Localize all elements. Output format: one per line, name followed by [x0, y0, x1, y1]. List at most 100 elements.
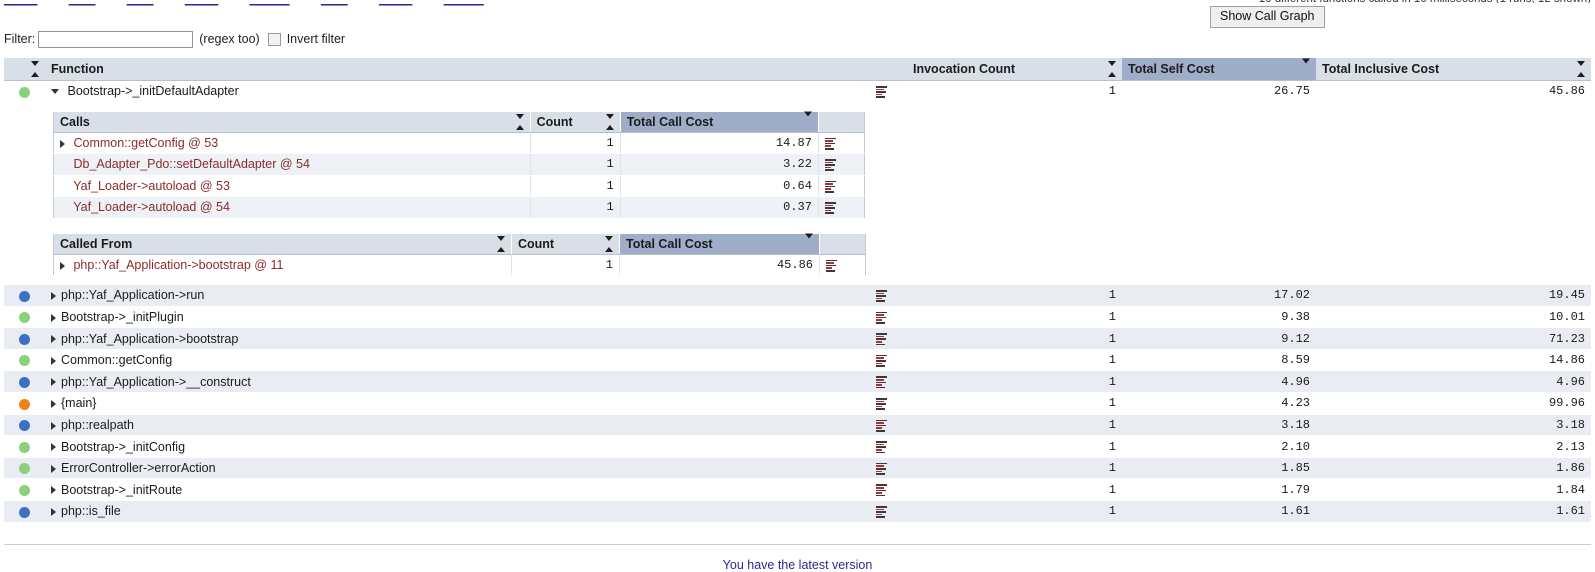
top-nav-links[interactable]: _____ ____ ____ _____ ______ ____ _____ …	[4, 0, 512, 6]
row-detail-icon-cell[interactable]	[868, 478, 907, 502]
table-row[interactable]: php::realpath 1 3.18 3.18	[4, 414, 1591, 437]
table-row[interactable]: Bootstrap->_initConfig 1 2.10 2.13	[4, 435, 1591, 458]
row-function-label[interactable]: php::Yaf_Application->__construct	[61, 375, 251, 389]
calls-row-icon-cell[interactable]	[818, 174, 865, 198]
called-from-column-header-cost[interactable]: Total Call Cost	[619, 232, 820, 255]
expand-caret-icon[interactable]	[51, 421, 56, 430]
expand-caret-icon[interactable]	[51, 508, 56, 517]
row-detail-icon-cell[interactable]	[868, 349, 907, 372]
row-function-label[interactable]: php::Yaf_Application->bootstrap	[61, 332, 238, 346]
column-header-function[interactable]: Function	[45, 57, 868, 81]
table-row[interactable]: php::Yaf_Application->__construct 1 4.96…	[4, 370, 1591, 394]
calls-row-name[interactable]: Yaf_Loader->autoload @ 53	[73, 179, 230, 193]
row-detail-icon-cell[interactable]	[868, 370, 907, 394]
table-row[interactable]: php::Yaf_Application->bootstrap 1 9.12 7…	[4, 327, 1591, 350]
calls-row-name[interactable]: Common::getConfig @ 53	[73, 136, 218, 150]
row-function-label[interactable]: ErrorController->errorAction	[61, 461, 216, 475]
row-function-cell[interactable]: {main}	[45, 392, 868, 415]
row-detail-icon-cell[interactable]	[868, 457, 907, 480]
calls-row-name[interactable]: Yaf_Loader->autoload @ 54	[73, 200, 230, 214]
calls-row-name[interactable]: Db_Adapter_Pdo::setDefaultAdapter @ 54	[73, 157, 309, 171]
row-function-label[interactable]: Bootstrap->_initDefaultAdapter	[67, 84, 238, 98]
calls-row-icon-cell[interactable]	[818, 131, 865, 155]
calls-column-header-count[interactable]: Count	[530, 110, 621, 133]
row-function-cell[interactable]: php::Yaf_Application->run	[45, 284, 868, 307]
calls-row[interactable]: Yaf_Loader->autoload @ 54 1 0.37	[53, 196, 865, 219]
row-detail-icon-cell[interactable]	[868, 327, 907, 350]
row-detail-icon-cell[interactable]	[868, 284, 907, 307]
expand-caret-icon[interactable]	[51, 443, 56, 452]
calls-row[interactable]: Db_Adapter_Pdo::setDefaultAdapter @ 54 1…	[53, 153, 865, 176]
table-row[interactable]: Bootstrap->_initPlugin 1 9.38 10.01	[4, 306, 1591, 329]
top-link[interactable]: ____	[127, 0, 154, 6]
row-function-cell[interactable]: Bootstrap->_initRoute	[45, 478, 868, 502]
row-function-label[interactable]: Common::getConfig	[61, 353, 172, 367]
table-row[interactable]: {main} 1 4.23 99.96	[4, 392, 1591, 415]
row-function-cell[interactable]: ErrorController->errorAction	[45, 457, 868, 480]
invert-filter-checkbox[interactable]	[267, 32, 281, 46]
column-header-kind[interactable]	[4, 57, 45, 81]
expand-caret-icon[interactable]	[60, 139, 65, 148]
list-icon[interactable]	[876, 398, 887, 411]
row-function-label[interactable]: Bootstrap->_initPlugin	[61, 310, 184, 324]
calls-column-header-name[interactable]: Calls	[53, 110, 531, 133]
expand-caret-open-icon[interactable]	[51, 88, 59, 94]
called-from-column-header-name[interactable]: Called From	[53, 232, 512, 255]
row-function-cell[interactable]: php::Yaf_Application->__construct	[45, 370, 868, 394]
calls-row[interactable]: Yaf_Loader->autoload @ 53 1 0.64	[53, 174, 865, 198]
calls-row-name-cell[interactable]: Db_Adapter_Pdo::setDefaultAdapter @ 54	[53, 153, 531, 176]
list-icon[interactable]	[876, 506, 887, 519]
row-function-label[interactable]: Bootstrap->_initConfig	[61, 440, 185, 454]
expand-caret-icon[interactable]	[51, 400, 56, 409]
list-icon[interactable]	[876, 441, 887, 454]
expand-caret-icon[interactable]	[51, 378, 56, 387]
row-function-cell[interactable]: php::Yaf_Application->bootstrap	[45, 327, 868, 350]
expand-caret-icon[interactable]	[51, 464, 56, 473]
row-function-label[interactable]: {main}	[61, 396, 96, 410]
called-from-row-name[interactable]: php::Yaf_Application->bootstrap @ 11	[73, 258, 283, 272]
expand-caret-icon[interactable]	[51, 335, 56, 344]
calls-row[interactable]: Common::getConfig @ 53 1 14.87	[53, 131, 865, 155]
row-function-label[interactable]: php::Yaf_Application->run	[61, 288, 204, 302]
row-function-cell[interactable]: Common::getConfig	[45, 349, 868, 372]
called-from-row[interactable]: php::Yaf_Application->bootstrap @ 11 1 4…	[53, 253, 866, 277]
list-icon[interactable]	[824, 137, 836, 150]
list-icon[interactable]	[876, 419, 887, 432]
table-row[interactable]: ErrorController->errorAction 1 1.85 1.86	[4, 457, 1591, 480]
list-icon[interactable]	[876, 484, 887, 497]
list-icon[interactable]	[876, 462, 887, 475]
table-row[interactable]: php::is_file 1 1.61 1.61	[4, 500, 1591, 523]
top-link[interactable]: ____	[321, 0, 348, 6]
calls-row-name-cell[interactable]: Yaf_Loader->autoload @ 53	[53, 174, 531, 198]
row-function-cell[interactable]: php::realpath	[45, 414, 868, 437]
table-row[interactable]: Common::getConfig 1 8.59 14.86	[4, 349, 1591, 372]
row-detail-icon-cell[interactable]	[868, 392, 907, 415]
list-icon[interactable]	[876, 376, 887, 389]
column-header-invocation-count[interactable]: Invocation Count	[907, 57, 1122, 81]
expand-caret-icon[interactable]	[51, 486, 56, 495]
row-function-cell[interactable]: Bootstrap->_initDefaultAdapter	[45, 80, 868, 103]
row-detail-icon-cell[interactable]	[868, 306, 907, 329]
called-from-column-header-count[interactable]: Count	[511, 232, 620, 255]
expand-caret-icon[interactable]	[51, 313, 56, 322]
row-function-cell[interactable]: Bootstrap->_initPlugin	[45, 306, 868, 329]
expand-caret-icon[interactable]	[60, 261, 65, 270]
row-function-cell[interactable]: php::is_file	[45, 500, 868, 523]
column-header-total-inclusive-cost[interactable]: Total Inclusive Cost	[1316, 57, 1591, 81]
top-link[interactable]: ______	[250, 0, 290, 6]
list-icon[interactable]	[876, 86, 887, 98]
calls-row-name-cell[interactable]: Common::getConfig @ 53	[53, 131, 531, 155]
top-link[interactable]: _____	[4, 0, 37, 6]
table-row[interactable]: Bootstrap->_initDefaultAdapter 1 26.75 4…	[4, 80, 1591, 103]
top-link[interactable]: _____	[379, 0, 412, 6]
table-row[interactable]: Bootstrap->_initRoute 1 1.79 1.84	[4, 478, 1591, 502]
top-link[interactable]: ____	[69, 0, 96, 6]
row-function-label[interactable]: php::is_file	[61, 504, 121, 518]
filter-input[interactable]	[38, 30, 194, 48]
calls-row-name-cell[interactable]: Yaf_Loader->autoload @ 54	[53, 196, 531, 219]
row-detail-icon-cell[interactable]	[868, 435, 907, 458]
called-from-row-icon-cell[interactable]	[819, 253, 866, 277]
row-detail-icon-cell[interactable]	[868, 80, 907, 103]
show-call-graph-button[interactable]: Show Call Graph	[1210, 6, 1325, 28]
top-link[interactable]: _____	[185, 0, 218, 6]
